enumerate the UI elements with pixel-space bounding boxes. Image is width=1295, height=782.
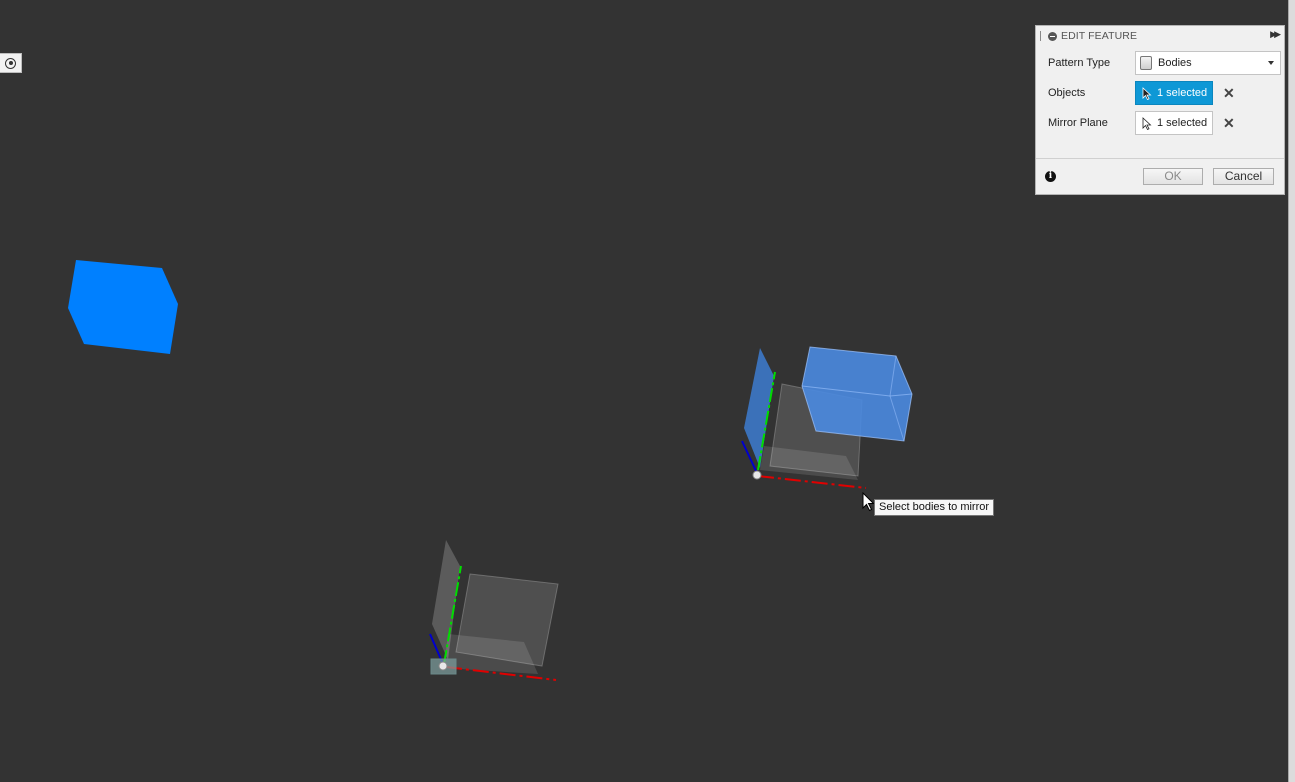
mirror-plane-selection-button[interactable]: 1 selected — [1135, 111, 1213, 135]
target-icon — [5, 57, 16, 69]
arrow-cursor-icon — [1142, 116, 1152, 130]
chevron-down-icon — [1268, 61, 1274, 65]
panel-title: EDIT FEATURE — [1061, 30, 1138, 42]
pattern-type-row: Pattern Type Bodies — [1048, 51, 1281, 75]
minus-circle-icon[interactable] — [1048, 31, 1057, 41]
objects-row: Objects 1 selected ✕ — [1048, 81, 1235, 105]
window-edge — [1288, 0, 1295, 782]
double-chevron-right-icon[interactable]: ▶▶ — [1270, 29, 1281, 40]
component-bottom[interactable] — [429, 540, 559, 681]
tooltip: Select bodies to mirror — [874, 499, 995, 516]
objects-selected-count: 1 selected — [1157, 87, 1208, 99]
info-icon[interactable]: i — [1045, 171, 1056, 182]
objects-label: Objects — [1048, 87, 1086, 99]
cancel-button[interactable]: Cancel — [1213, 168, 1274, 185]
component-right[interactable] — [741, 346, 913, 489]
mirror-plane-row: Mirror Plane 1 selected ✕ — [1048, 111, 1235, 135]
mirror-plane-selected-count: 1 selected — [1157, 117, 1208, 129]
arrow-cursor-icon — [1142, 86, 1152, 100]
view-toggle-button[interactable] — [0, 53, 22, 73]
bodies-icon — [1140, 56, 1152, 70]
ok-button[interactable]: OK — [1143, 168, 1203, 185]
close-icon[interactable]: ✕ — [1223, 115, 1235, 132]
panel-header[interactable]: EDIT FEATURE ▶▶ — [1036, 26, 1284, 46]
mirror-plane-label: Mirror Plane — [1048, 117, 1108, 129]
pattern-type-label: Pattern Type — [1048, 57, 1111, 69]
panel-divider — [1036, 158, 1284, 159]
close-icon[interactable]: ✕ — [1223, 85, 1235, 102]
canvas-viewport[interactable]: EDIT FEATURE ▶▶ Pattern Type Bodies Obje… — [0, 0, 1288, 782]
blue-body[interactable] — [68, 260, 178, 354]
pattern-type-value: Bodies — [1158, 57, 1192, 69]
pattern-type-dropdown[interactable]: Bodies — [1135, 51, 1281, 75]
objects-selection-button[interactable]: 1 selected — [1135, 81, 1213, 105]
origin-point-bottom[interactable] — [438, 661, 448, 671]
edit-feature-panel: EDIT FEATURE ▶▶ Pattern Type Bodies Obje… — [1035, 25, 1285, 195]
origin-point-right[interactable] — [752, 470, 762, 480]
grip-icon[interactable] — [1040, 31, 1043, 41]
